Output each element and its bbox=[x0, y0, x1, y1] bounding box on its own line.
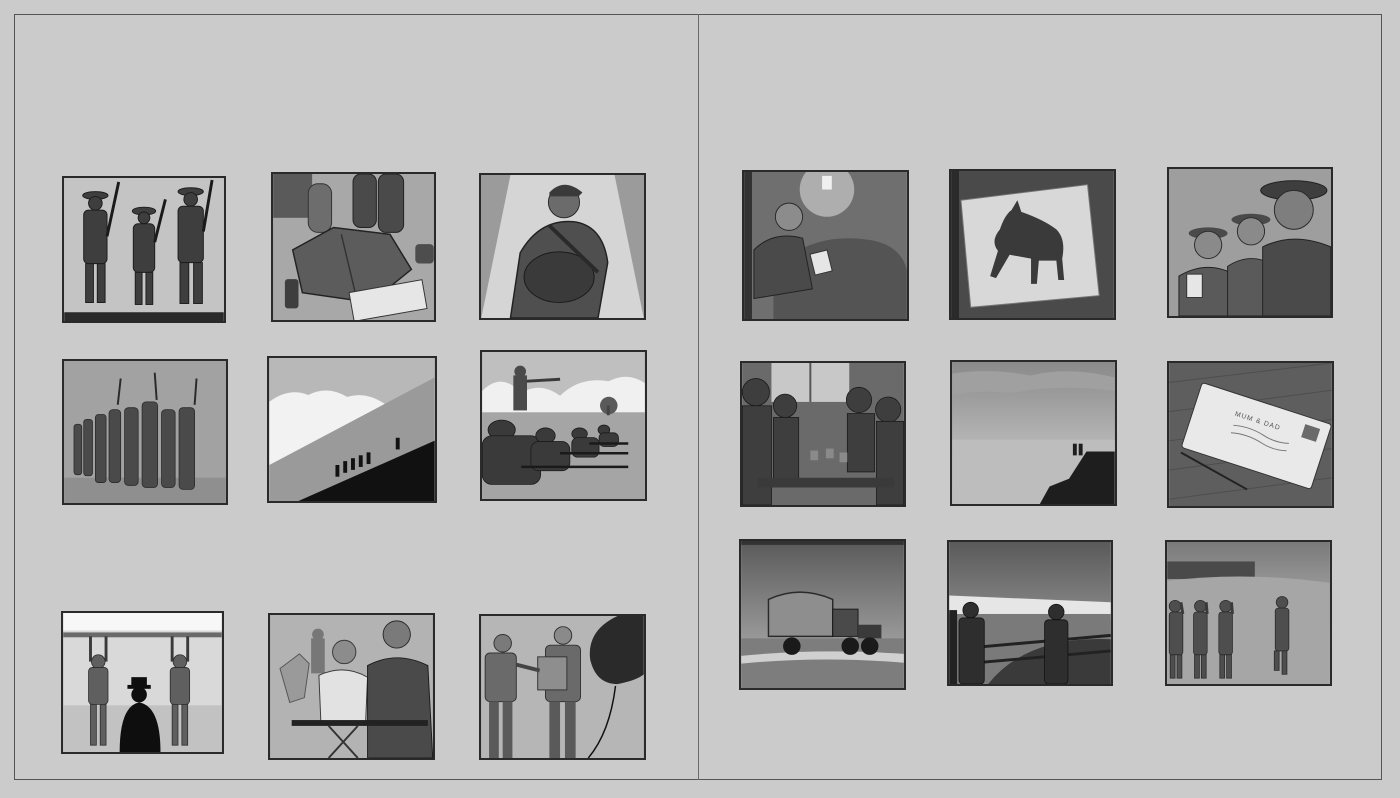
panel-5 bbox=[267, 356, 437, 503]
soldier-reading-letter-illustration bbox=[744, 172, 907, 319]
saluting-soldiers-illustration bbox=[1167, 542, 1330, 684]
army-truck-illustration bbox=[741, 541, 904, 688]
marching-column-illustration bbox=[64, 361, 226, 503]
page-gutter bbox=[698, 14, 699, 780]
postcard-illustration: MUM & DAD bbox=[1169, 363, 1332, 506]
panel-1 bbox=[62, 176, 226, 323]
panel-15: MUM & DAD bbox=[1167, 361, 1334, 508]
hill-silhouette-illustration bbox=[269, 358, 435, 501]
cliffs-ship-deck-illustration bbox=[949, 542, 1111, 684]
rifle-drill-illustration bbox=[482, 352, 645, 499]
sergeant-and-recruit-illustration bbox=[270, 615, 433, 758]
mess-hall-illustration bbox=[742, 363, 904, 505]
panel-6 bbox=[480, 350, 647, 501]
panel-11 bbox=[949, 169, 1116, 320]
panel-16 bbox=[739, 539, 906, 690]
panel-7 bbox=[61, 611, 224, 754]
cliff-lookout-illustration bbox=[952, 362, 1115, 504]
panel-2 bbox=[271, 172, 436, 322]
soldier-seated-illustration bbox=[481, 175, 644, 318]
panel-4 bbox=[62, 359, 228, 505]
soldiers-standing-illustration bbox=[64, 178, 224, 321]
uniform-kit-illustration bbox=[273, 174, 434, 320]
panel-18 bbox=[1165, 540, 1332, 686]
panel-17 bbox=[947, 540, 1113, 686]
panel-13 bbox=[740, 361, 906, 507]
horse-drawing-illustration bbox=[951, 171, 1114, 318]
panel-14 bbox=[950, 360, 1117, 506]
panel-3 bbox=[479, 173, 646, 320]
pullup-bar-illustration bbox=[63, 613, 222, 752]
soldiers-with-photo-illustration bbox=[1169, 169, 1331, 316]
panel-12 bbox=[1167, 167, 1333, 318]
panel-10 bbox=[742, 170, 909, 321]
panel-8 bbox=[268, 613, 435, 760]
panel-9 bbox=[479, 614, 646, 760]
horse-handover-illustration bbox=[481, 616, 644, 758]
